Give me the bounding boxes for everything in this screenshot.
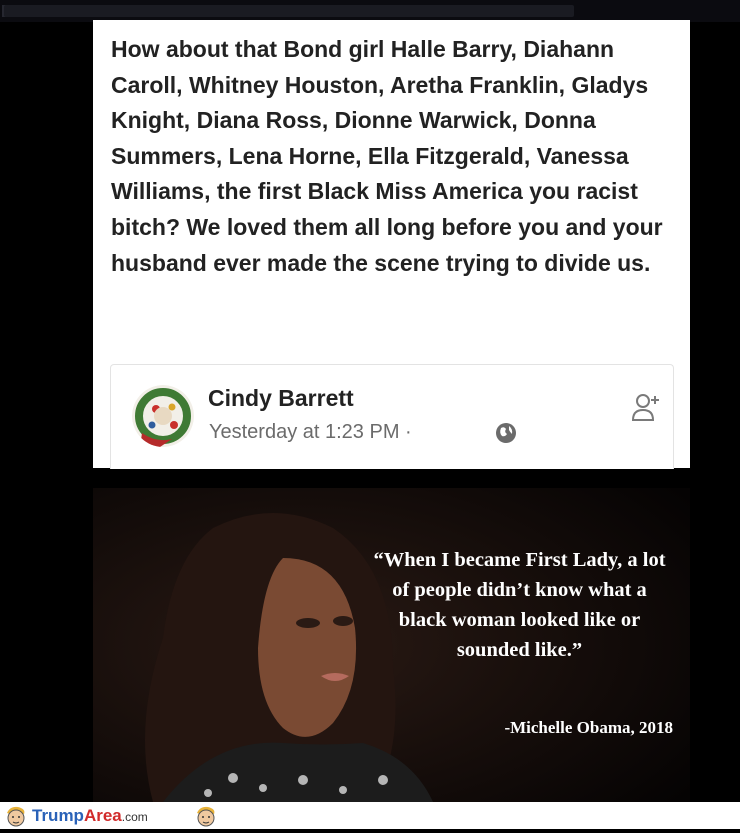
add-friend-icon[interactable] (631, 390, 661, 429)
author-name[interactable]: Cindy Barrett (208, 385, 354, 412)
post-timestamp[interactable]: Yesterday at 1:23 PM · (209, 421, 412, 444)
logo-domain: .com (121, 810, 148, 824)
post-body-text: How about that Bond girl Halle Barry, Di… (111, 36, 663, 276)
site-logo[interactable]: TrumpArea.com (32, 806, 148, 827)
author-card: Cindy Barrett Yesterday at 1:23 PM · (110, 364, 674, 469)
browser-top-bar (0, 0, 740, 22)
facebook-post-screenshot: How about that Bond girl Halle Barry, Di… (93, 20, 690, 469)
logo-area: Area (83, 806, 122, 825)
logo-trump: Trump (32, 806, 84, 825)
quote-text: “When I became First Lady, a lot of peop… (373, 549, 666, 661)
avatar[interactable] (132, 385, 194, 447)
quote-image: “When I became First Lady, a lot of peop… (93, 488, 690, 802)
globe-icon (495, 422, 517, 449)
address-bar (4, 5, 574, 17)
site-watermark-bar: TrumpArea.com (0, 802, 740, 829)
quote-attribution: -Michelle Obama, 2018 (504, 718, 673, 737)
